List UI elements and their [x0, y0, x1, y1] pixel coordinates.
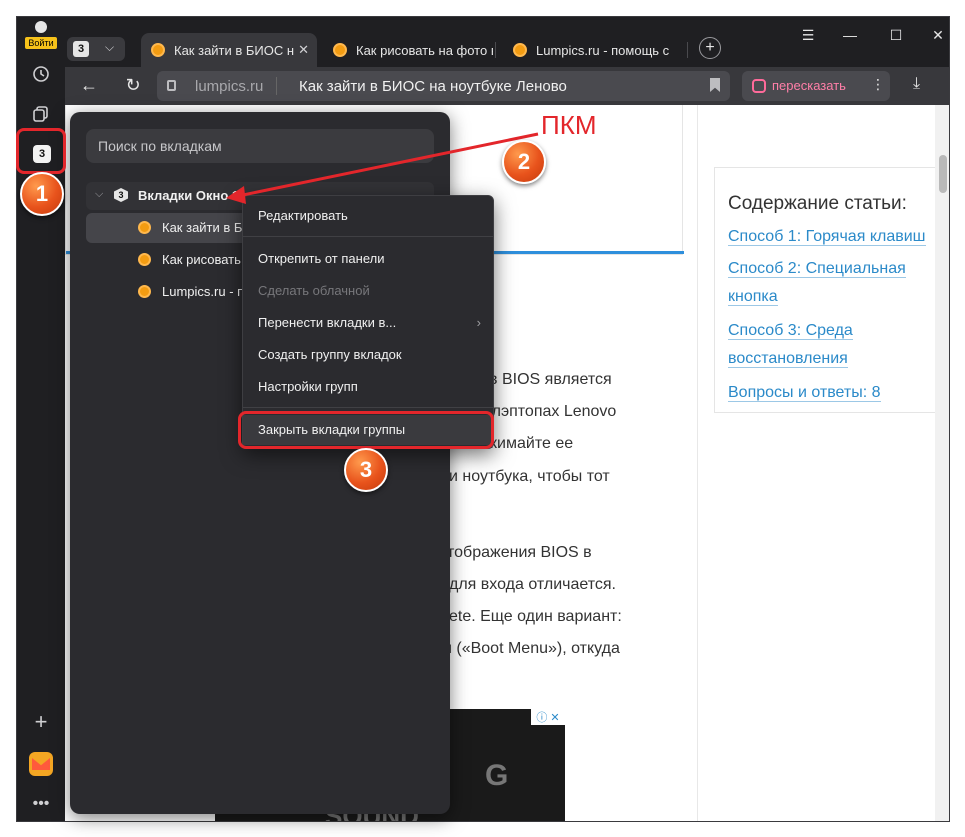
article-text: и («Boot Menu»), откуда: [443, 640, 620, 657]
orange-favicon-icon: [138, 253, 151, 266]
menu-item-move-tabs[interactable]: Перенести вкладки в... ›: [243, 308, 493, 338]
group-count: 3: [73, 41, 89, 57]
add-icon[interactable]: +: [26, 707, 56, 737]
group-count-badge: 3: [114, 188, 128, 202]
tab-group-button[interactable]: 3 ⌵: [67, 37, 125, 61]
tab-divider: [687, 42, 688, 58]
address-toolbar: ← ↻ lumpics.ru Как зайти в БИОС на ноутб…: [65, 67, 949, 105]
maximize-icon[interactable]: ☐: [881, 27, 911, 44]
minimize-icon[interactable]: —: [835, 27, 865, 43]
tab-divider: [495, 42, 496, 58]
url-page-title: Как зайти в БИОС на ноутбуке Леново: [299, 78, 567, 95]
login-button[interactable]: Войти: [25, 37, 57, 49]
retell-icon: [752, 79, 766, 93]
tab-title: Lumpics.ru - помощь с: [536, 42, 670, 58]
orange-favicon-icon: [151, 43, 165, 57]
tab-title: Как рисовать на фото в: [356, 42, 493, 58]
ad-close-icon[interactable]: ⓘ ✕: [531, 709, 565, 725]
url-domain: lumpics.ru: [195, 78, 264, 95]
bookmark-icon[interactable]: [710, 78, 720, 92]
download-icon[interactable]: ⤓: [913, 75, 920, 93]
toc-link[interactable]: Вопросы и ответы: 8: [728, 384, 881, 402]
highlight-frame: [238, 411, 494, 449]
close-window-icon[interactable]: ✕: [923, 27, 949, 44]
close-icon[interactable]: ✕: [298, 42, 309, 58]
chevron-right-icon: ›: [476, 315, 481, 330]
retell-button[interactable]: пересказать ⋮: [742, 71, 890, 101]
panel-tab-title: Lumpics.ru - п: [162, 284, 245, 299]
reload-icon[interactable]: ↻: [121, 75, 145, 96]
scrollbar-thumb[interactable]: [939, 155, 947, 193]
orange-favicon-icon: [513, 43, 527, 57]
scrollbar[interactable]: [935, 105, 949, 821]
lock-icon: [167, 80, 176, 91]
orange-favicon-icon: [333, 43, 347, 57]
step-badge-1: 1: [20, 172, 64, 216]
menu-item-label: Перенести вкладки в...: [258, 315, 397, 330]
chevron-down-icon: ⌵: [105, 40, 115, 54]
table-of-contents: Содержание статьи: Способ 1: Горячая кла…: [714, 167, 949, 413]
mail-icon[interactable]: [29, 752, 53, 776]
tab-active[interactable]: Как зайти в БИОС н ✕: [141, 33, 317, 67]
article-text: для входа отличается.: [449, 576, 616, 593]
back-icon[interactable]: ←: [77, 75, 101, 96]
chevron-down-icon[interactable]: ⌵: [95, 188, 103, 201]
toc-title: Содержание статьи:: [728, 193, 907, 214]
menu-icon[interactable]: ☰: [793, 27, 823, 44]
step-badge-2: 2: [502, 140, 546, 184]
history-icon[interactable]: [26, 59, 56, 89]
orange-favicon-icon: [138, 285, 151, 298]
menu-item-unpin[interactable]: Открепить от панели: [243, 244, 493, 274]
article-text: тображения BIOS в: [447, 544, 592, 561]
more-vertical-icon[interactable]: ⋮: [871, 76, 885, 93]
tab-title: Как зайти в БИОС н: [174, 42, 295, 58]
tab[interactable]: Как рисовать на фото в: [323, 33, 493, 67]
toc-link[interactable]: кнопка: [728, 288, 778, 306]
collections-icon[interactable]: [26, 99, 56, 129]
orange-favicon-icon: [138, 221, 151, 234]
toc-link[interactable]: Способ 3: Среда: [728, 322, 853, 340]
column-divider: [697, 105, 698, 821]
step-badge-3: 3: [344, 448, 388, 492]
article-text: ete. Еще один вариант:: [449, 608, 622, 625]
panel-tab-title: Как зайти в Б: [162, 220, 243, 235]
menu-divider: [243, 407, 493, 408]
url-divider: [276, 77, 277, 95]
retell-label: пересказать: [772, 78, 846, 93]
menu-item-make-cloud: Сделать облачной: [258, 283, 370, 298]
menu-divider: [243, 236, 493, 237]
tab[interactable]: Lumpics.ru - помощь с: [503, 33, 673, 67]
toc-link[interactable]: Способ 2: Специальная: [728, 260, 906, 278]
panel-tab-title: Как рисовать: [162, 252, 241, 267]
highlight-frame: [16, 128, 66, 174]
more-icon[interactable]: •••: [26, 789, 56, 819]
rmb-label: ПКМ: [541, 110, 597, 140]
address-bar[interactable]: lumpics.ru Как зайти в БИОС на ноутбуке …: [157, 71, 730, 101]
article-text: и ноутбука, чтобы тот: [449, 468, 610, 485]
search-placeholder: Поиск по вкладкам: [98, 138, 222, 154]
menu-item-create-group[interactable]: Создать группу вкладок: [243, 340, 493, 370]
new-tab-button[interactable]: +: [699, 37, 721, 59]
toc-link[interactable]: Способ 1: Горячая клавиш: [728, 228, 926, 246]
ad-text: G: [485, 759, 509, 792]
tab-strip: 3 ⌵ Как зайти в БИОС н ✕ Как рисовать на…: [65, 17, 949, 67]
toc-link[interactable]: восстановления: [728, 350, 848, 368]
menu-item-group-settings[interactable]: Настройки групп: [243, 372, 493, 402]
